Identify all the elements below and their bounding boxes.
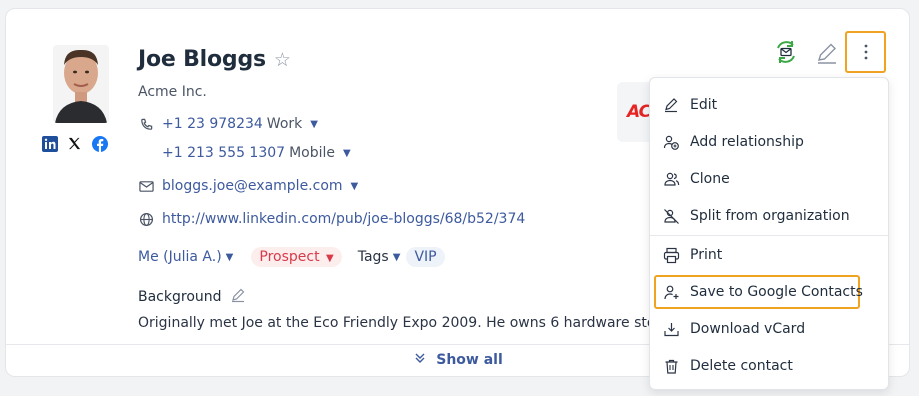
printer-icon: [662, 246, 680, 264]
status-badge[interactable]: Prospect ▼: [251, 247, 342, 267]
company-name[interactable]: Acme Inc.: [138, 84, 207, 100]
phone-icon: [138, 116, 154, 132]
users-plus-icon: [662, 133, 680, 151]
menu-item-label: Save to Google Contacts: [690, 284, 863, 300]
pencil-icon[interactable]: [230, 287, 246, 307]
menu-item-print[interactable]: Print: [650, 237, 888, 273]
status-dropdown[interactable]: ▼: [326, 253, 334, 264]
email-dropdown[interactable]: ▼: [351, 181, 359, 192]
tags-label: Tags: [357, 249, 389, 265]
phone-type: Mobile: [289, 145, 335, 161]
facebook-icon[interactable]: [91, 135, 108, 152]
menu-item-label: Split from organization: [690, 208, 850, 224]
contact-header: Joe Bloggs ☆: [138, 47, 291, 72]
phone-row-mobile: +1 213 555 1307 Mobile ▼: [162, 145, 351, 161]
website-row: http://www.linkedin.com/pub/joe-bloggs/6…: [138, 211, 525, 227]
social-links: [41, 135, 108, 152]
owner-dropdown[interactable]: ▼: [226, 252, 234, 263]
avatar: [53, 45, 109, 123]
menu-item-split-from-organization[interactable]: Split from organization: [650, 198, 888, 234]
menu-item-label: Clone: [690, 171, 730, 187]
owner-select[interactable]: Me (Julia A.): [138, 249, 222, 265]
chevron-double-down-icon: [414, 352, 426, 368]
menu-item-label: Add relationship: [690, 134, 804, 150]
edit-button[interactable]: [814, 40, 840, 66]
menu-item-label: Download vCard: [690, 321, 806, 337]
download-icon: [662, 320, 680, 338]
trash-icon: [662, 357, 680, 375]
phone-number[interactable]: +1 23 978234: [162, 116, 263, 132]
sync-mail-icon: [777, 41, 795, 63]
phone-type-dropdown[interactable]: ▼: [310, 119, 318, 130]
background-heading: Background: [138, 287, 246, 307]
email-row: bloggs.joe@example.com ▼: [138, 178, 358, 194]
menu-item-label: Print: [690, 247, 723, 263]
contact-actions-menu: Edit Add relationship Clone Split from o…: [649, 77, 889, 390]
more-actions-button[interactable]: [845, 31, 886, 73]
tag-chip[interactable]: VIP: [406, 247, 445, 267]
menu-item-add-relationship[interactable]: Add relationship: [650, 124, 888, 160]
x-twitter-icon[interactable]: [66, 135, 83, 152]
phone-type-dropdown[interactable]: ▼: [343, 148, 351, 159]
contact-name: Joe Bloggs: [138, 47, 266, 72]
user-plus-icon: [662, 283, 680, 301]
mail-icon: [138, 178, 154, 194]
kebab-menu-icon: [864, 44, 867, 60]
email-link[interactable]: bloggs.joe@example.com: [162, 178, 343, 194]
menu-separator: [650, 235, 888, 236]
email-sync-button[interactable]: [773, 39, 799, 65]
background-label: Background: [138, 289, 222, 305]
pencil-icon: [662, 96, 680, 114]
menu-item-save-to-google-contacts[interactable]: Save to Google Contacts: [650, 274, 888, 310]
website-link[interactable]: http://www.linkedin.com/pub/joe-bloggs/6…: [162, 211, 525, 227]
star-icon[interactable]: ☆: [274, 49, 291, 71]
pencil-icon: [818, 43, 836, 64]
menu-item-download-vcard[interactable]: Download vCard: [650, 311, 888, 347]
tags-dropdown[interactable]: ▼: [393, 252, 401, 263]
linkedin-icon[interactable]: [41, 135, 58, 152]
show-all-label: Show all: [436, 352, 503, 368]
menu-item-label: Edit: [690, 97, 718, 113]
attributes-row: Me (Julia A.) ▼ Prospect ▼ Tags ▼ VIP: [138, 247, 445, 267]
menu-item-delete-contact[interactable]: Delete contact: [650, 348, 888, 384]
split-icon: [662, 207, 680, 225]
users-icon: [662, 170, 680, 188]
menu-item-clone[interactable]: Clone: [650, 161, 888, 197]
globe-icon: [138, 211, 154, 227]
menu-item-edit[interactable]: Edit: [650, 87, 888, 123]
menu-item-label: Delete contact: [690, 358, 793, 374]
status-label: Prospect: [259, 249, 320, 265]
background-text: Originally met Joe at the Eco Friendly E…: [138, 315, 694, 331]
phone-number[interactable]: +1 213 555 1307: [162, 145, 285, 161]
phone-row-work: +1 23 978234 Work ▼: [138, 116, 318, 132]
phone-type: Work: [266, 116, 303, 132]
